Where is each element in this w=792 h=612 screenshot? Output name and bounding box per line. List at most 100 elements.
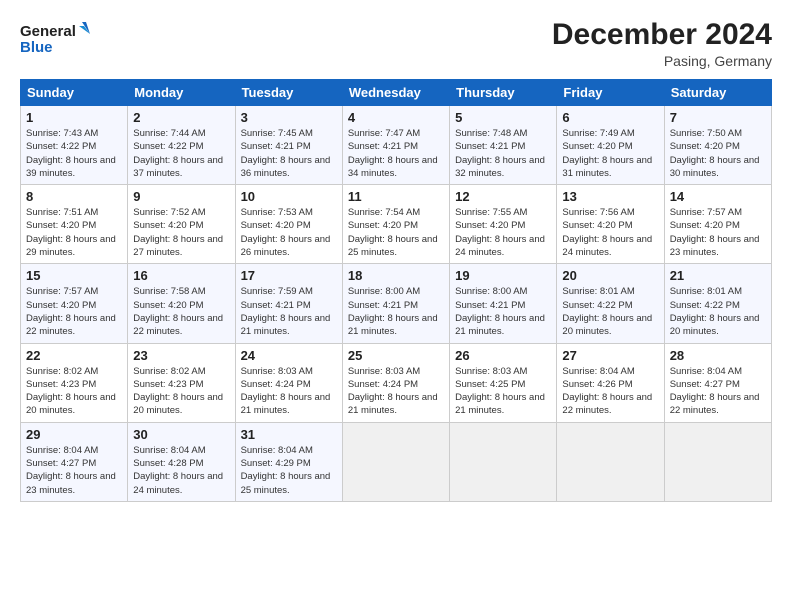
table-row: 29 Sunrise: 8:04 AM Sunset: 4:27 PM Dayl… xyxy=(21,422,128,501)
table-row: 8 Sunrise: 7:51 AM Sunset: 4:20 PM Dayli… xyxy=(21,185,128,264)
table-row xyxy=(342,422,449,501)
day-info: Sunrise: 7:56 AM Sunset: 4:20 PM Dayligh… xyxy=(562,206,658,259)
calendar-table: Sunday Monday Tuesday Wednesday Thursday… xyxy=(20,79,772,502)
day-info: Sunrise: 7:55 AM Sunset: 4:20 PM Dayligh… xyxy=(455,206,551,259)
table-row: 15 Sunrise: 7:57 AM Sunset: 4:20 PM Dayl… xyxy=(21,264,128,343)
col-monday: Monday xyxy=(128,80,235,106)
day-number: 26 xyxy=(455,348,551,363)
day-number: 28 xyxy=(670,348,766,363)
calendar-week-row: 15 Sunrise: 7:57 AM Sunset: 4:20 PM Dayl… xyxy=(21,264,772,343)
day-number: 22 xyxy=(26,348,122,363)
col-thursday: Thursday xyxy=(450,80,557,106)
day-number: 19 xyxy=(455,268,551,283)
day-info: Sunrise: 7:54 AM Sunset: 4:20 PM Dayligh… xyxy=(348,206,444,259)
day-info: Sunrise: 8:03 AM Sunset: 4:24 PM Dayligh… xyxy=(241,365,337,418)
table-row: 28 Sunrise: 8:04 AM Sunset: 4:27 PM Dayl… xyxy=(664,343,771,422)
table-row: 4 Sunrise: 7:47 AM Sunset: 4:21 PM Dayli… xyxy=(342,106,449,185)
day-number: 14 xyxy=(670,189,766,204)
day-number: 11 xyxy=(348,189,444,204)
table-row: 13 Sunrise: 7:56 AM Sunset: 4:20 PM Dayl… xyxy=(557,185,664,264)
day-number: 31 xyxy=(241,427,337,442)
page: { "logo": { "line1": "General", "line2":… xyxy=(0,0,792,612)
table-row xyxy=(664,422,771,501)
day-info: Sunrise: 8:04 AM Sunset: 4:29 PM Dayligh… xyxy=(241,444,337,497)
day-number: 16 xyxy=(133,268,229,283)
day-number: 15 xyxy=(26,268,122,283)
day-info: Sunrise: 8:00 AM Sunset: 4:21 PM Dayligh… xyxy=(455,285,551,338)
day-number: 23 xyxy=(133,348,229,363)
day-info: Sunrise: 8:04 AM Sunset: 4:27 PM Dayligh… xyxy=(670,365,766,418)
day-number: 29 xyxy=(26,427,122,442)
day-info: Sunrise: 7:43 AM Sunset: 4:22 PM Dayligh… xyxy=(26,127,122,180)
svg-text:General: General xyxy=(20,23,76,40)
day-info: Sunrise: 8:02 AM Sunset: 4:23 PM Dayligh… xyxy=(133,365,229,418)
table-row: 11 Sunrise: 7:54 AM Sunset: 4:20 PM Dayl… xyxy=(342,185,449,264)
day-info: Sunrise: 7:57 AM Sunset: 4:20 PM Dayligh… xyxy=(670,206,766,259)
table-row: 16 Sunrise: 7:58 AM Sunset: 4:20 PM Dayl… xyxy=(128,264,235,343)
svg-text:Blue: Blue xyxy=(20,39,53,56)
col-sunday: Sunday xyxy=(21,80,128,106)
title-block: December 2024 Pasing, Germany xyxy=(552,18,772,69)
location: Pasing, Germany xyxy=(552,53,772,69)
day-number: 10 xyxy=(241,189,337,204)
calendar-week-row: 29 Sunrise: 8:04 AM Sunset: 4:27 PM Dayl… xyxy=(21,422,772,501)
table-row: 19 Sunrise: 8:00 AM Sunset: 4:21 PM Dayl… xyxy=(450,264,557,343)
day-info: Sunrise: 8:03 AM Sunset: 4:25 PM Dayligh… xyxy=(455,365,551,418)
day-info: Sunrise: 8:01 AM Sunset: 4:22 PM Dayligh… xyxy=(670,285,766,338)
table-row: 26 Sunrise: 8:03 AM Sunset: 4:25 PM Dayl… xyxy=(450,343,557,422)
day-number: 8 xyxy=(26,189,122,204)
day-info: Sunrise: 7:58 AM Sunset: 4:20 PM Dayligh… xyxy=(133,285,229,338)
day-number: 24 xyxy=(241,348,337,363)
day-info: Sunrise: 8:03 AM Sunset: 4:24 PM Dayligh… xyxy=(348,365,444,418)
calendar-week-row: 22 Sunrise: 8:02 AM Sunset: 4:23 PM Dayl… xyxy=(21,343,772,422)
table-row: 12 Sunrise: 7:55 AM Sunset: 4:20 PM Dayl… xyxy=(450,185,557,264)
day-number: 2 xyxy=(133,110,229,125)
calendar-week-row: 8 Sunrise: 7:51 AM Sunset: 4:20 PM Dayli… xyxy=(21,185,772,264)
table-row: 20 Sunrise: 8:01 AM Sunset: 4:22 PM Dayl… xyxy=(557,264,664,343)
day-number: 3 xyxy=(241,110,337,125)
header: General Blue December 2024 Pasing, Germa… xyxy=(20,18,772,69)
calendar-header-row: Sunday Monday Tuesday Wednesday Thursday… xyxy=(21,80,772,106)
col-saturday: Saturday xyxy=(664,80,771,106)
table-row: 2 Sunrise: 7:44 AM Sunset: 4:22 PM Dayli… xyxy=(128,106,235,185)
day-number: 18 xyxy=(348,268,444,283)
day-info: Sunrise: 7:47 AM Sunset: 4:21 PM Dayligh… xyxy=(348,127,444,180)
day-number: 17 xyxy=(241,268,337,283)
day-info: Sunrise: 8:04 AM Sunset: 4:27 PM Dayligh… xyxy=(26,444,122,497)
day-number: 21 xyxy=(670,268,766,283)
table-row: 22 Sunrise: 8:02 AM Sunset: 4:23 PM Dayl… xyxy=(21,343,128,422)
logo: General Blue xyxy=(20,18,90,58)
logo-svg: General Blue xyxy=(20,18,90,58)
table-row: 7 Sunrise: 7:50 AM Sunset: 4:20 PM Dayli… xyxy=(664,106,771,185)
day-number: 25 xyxy=(348,348,444,363)
day-info: Sunrise: 8:00 AM Sunset: 4:21 PM Dayligh… xyxy=(348,285,444,338)
day-info: Sunrise: 7:45 AM Sunset: 4:21 PM Dayligh… xyxy=(241,127,337,180)
table-row: 14 Sunrise: 7:57 AM Sunset: 4:20 PM Dayl… xyxy=(664,185,771,264)
day-info: Sunrise: 7:50 AM Sunset: 4:20 PM Dayligh… xyxy=(670,127,766,180)
col-tuesday: Tuesday xyxy=(235,80,342,106)
col-wednesday: Wednesday xyxy=(342,80,449,106)
table-row: 10 Sunrise: 7:53 AM Sunset: 4:20 PM Dayl… xyxy=(235,185,342,264)
day-number: 30 xyxy=(133,427,229,442)
day-number: 5 xyxy=(455,110,551,125)
month-title: December 2024 xyxy=(552,18,772,51)
day-number: 20 xyxy=(562,268,658,283)
day-info: Sunrise: 7:59 AM Sunset: 4:21 PM Dayligh… xyxy=(241,285,337,338)
table-row: 9 Sunrise: 7:52 AM Sunset: 4:20 PM Dayli… xyxy=(128,185,235,264)
day-number: 1 xyxy=(26,110,122,125)
day-info: Sunrise: 7:57 AM Sunset: 4:20 PM Dayligh… xyxy=(26,285,122,338)
table-row: 24 Sunrise: 8:03 AM Sunset: 4:24 PM Dayl… xyxy=(235,343,342,422)
table-row: 3 Sunrise: 7:45 AM Sunset: 4:21 PM Dayli… xyxy=(235,106,342,185)
table-row: 17 Sunrise: 7:59 AM Sunset: 4:21 PM Dayl… xyxy=(235,264,342,343)
day-info: Sunrise: 8:04 AM Sunset: 4:26 PM Dayligh… xyxy=(562,365,658,418)
table-row: 1 Sunrise: 7:43 AM Sunset: 4:22 PM Dayli… xyxy=(21,106,128,185)
table-row: 5 Sunrise: 7:48 AM Sunset: 4:21 PM Dayli… xyxy=(450,106,557,185)
table-row: 27 Sunrise: 8:04 AM Sunset: 4:26 PM Dayl… xyxy=(557,343,664,422)
day-info: Sunrise: 7:51 AM Sunset: 4:20 PM Dayligh… xyxy=(26,206,122,259)
day-number: 6 xyxy=(562,110,658,125)
table-row: 25 Sunrise: 8:03 AM Sunset: 4:24 PM Dayl… xyxy=(342,343,449,422)
table-row: 30 Sunrise: 8:04 AM Sunset: 4:28 PM Dayl… xyxy=(128,422,235,501)
table-row: 6 Sunrise: 7:49 AM Sunset: 4:20 PM Dayli… xyxy=(557,106,664,185)
day-info: Sunrise: 8:02 AM Sunset: 4:23 PM Dayligh… xyxy=(26,365,122,418)
col-friday: Friday xyxy=(557,80,664,106)
